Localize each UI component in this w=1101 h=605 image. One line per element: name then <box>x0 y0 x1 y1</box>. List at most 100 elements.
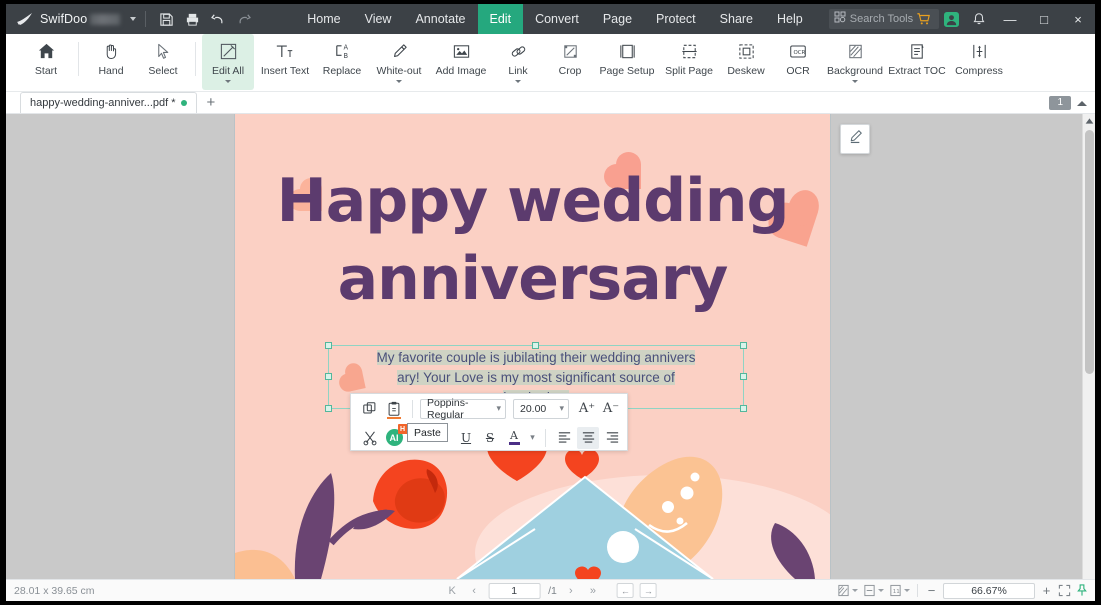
ribbon-button-replace[interactable]: AB Replace <box>316 34 368 90</box>
ribbon-button-split-page[interactable]: Split Page <box>658 34 720 90</box>
page-fit-mode-button[interactable] <box>837 584 858 597</box>
print-icon[interactable] <box>179 7 205 31</box>
ribbon-button-white-out[interactable]: White-out <box>368 34 430 90</box>
menu-item-convert[interactable]: Convert <box>523 4 591 34</box>
menu-item-view[interactable]: View <box>353 4 404 34</box>
zoom-level-input[interactable]: 66.67% <box>943 582 1035 599</box>
brand-dropdown-caret-icon[interactable] <box>130 17 137 21</box>
font-family-select[interactable]: Poppins-Regular ▾ <box>420 397 506 421</box>
cart-icon[interactable] <box>909 4 937 34</box>
ribbon-label-compress: Compress <box>955 65 1003 77</box>
maximize-button[interactable]: □ <box>1027 4 1061 34</box>
menu-item-page[interactable]: Page <box>591 4 644 34</box>
ribbon-button-hand[interactable]: Hand <box>85 34 137 90</box>
font-color-caret-icon[interactable]: ▾ <box>527 427 538 449</box>
collapse-ribbon-chevron-up-icon[interactable] <box>1077 100 1087 106</box>
menu-item-share[interactable]: Share <box>708 4 765 34</box>
previous-page-button[interactable]: ‹ <box>466 585 482 597</box>
document-tab-title: happy-wedding-anniver...pdf * <box>30 97 176 109</box>
first-page-button[interactable]: K <box>444 585 460 597</box>
continuous-page-mode-button[interactable]: 11 <box>889 584 910 597</box>
resize-handle-ne[interactable] <box>740 342 747 349</box>
ribbon-button-background[interactable]: Background <box>824 34 886 90</box>
close-button[interactable]: × <box>1061 4 1095 34</box>
next-page-button[interactable]: › <box>563 585 579 597</box>
decrease-font-size-button[interactable]: A⁻ <box>600 398 622 420</box>
page-fit-caret-icon[interactable] <box>852 589 858 592</box>
current-page-input[interactable]: 1 <box>488 582 541 599</box>
align-left-button[interactable] <box>553 427 575 449</box>
ribbon-button-page-setup[interactable]: Page Setup <box>596 34 658 90</box>
edit-panel-fab-button[interactable] <box>840 124 870 154</box>
ribbon-caret-background-icon[interactable] <box>852 80 858 83</box>
heading-line-1: Happy wedding <box>276 166 790 236</box>
single-page-caret-icon[interactable] <box>878 589 884 592</box>
ribbon-button-add-image[interactable]: Add Image <box>430 34 492 90</box>
titlebar-right-controls: — □ × <box>909 4 1095 34</box>
ribbon-button-crop[interactable]: Crop <box>544 34 596 90</box>
single-page-mode-button[interactable] <box>863 584 884 597</box>
undo-icon[interactable] <box>205 7 231 31</box>
ribbon-caret-edit-all-icon[interactable] <box>225 80 231 83</box>
ribbon-button-compress[interactable]: Compress <box>948 34 1010 90</box>
resize-handle-n[interactable] <box>532 342 539 349</box>
paste-tooltip: Paste <box>407 423 448 442</box>
document-tab[interactable]: happy-wedding-anniver...pdf * <box>20 92 197 113</box>
zoom-in-button[interactable]: + <box>1040 583 1053 598</box>
menu-item-edit[interactable]: Edit <box>477 4 524 34</box>
menu-item-protect[interactable]: Protect <box>644 4 708 34</box>
underline-button[interactable]: U <box>455 427 477 449</box>
account-avatar-icon[interactable] <box>937 4 965 34</box>
menu-item-help[interactable]: Help <box>765 4 815 34</box>
copy-button[interactable] <box>359 398 381 420</box>
continuous-page-caret-icon[interactable] <box>904 589 910 592</box>
pdf-page-container[interactable]: Happy wedding anniversary My favorite co… <box>234 114 831 579</box>
compress-icon <box>970 39 989 63</box>
save-icon[interactable] <box>153 7 179 31</box>
pdf-page[interactable]: Happy wedding anniversary My favorite co… <box>234 114 831 579</box>
strikethrough-button[interactable]: S <box>479 427 501 449</box>
increase-font-size-button[interactable]: A⁺ <box>576 398 598 420</box>
ribbon-button-insert-text[interactable]: Insert Text <box>254 34 316 90</box>
scrollbar-thumb[interactable] <box>1085 130 1094 374</box>
cursor-arrow-icon <box>154 39 173 63</box>
notification-bell-icon[interactable] <box>965 4 993 34</box>
ribbon-button-start[interactable]: Start <box>20 34 72 90</box>
ribbon-button-ocr[interactable]: OCR OCR <box>772 34 824 90</box>
ribbon-button-select[interactable]: Select <box>137 34 189 90</box>
last-page-button[interactable]: » <box>585 585 601 597</box>
ai-assistant-button[interactable]: AI H <box>383 424 408 449</box>
navigate-back-button[interactable]: ← <box>616 583 634 598</box>
pin-icon[interactable] <box>1076 584 1088 597</box>
cut-button[interactable] <box>359 427 381 449</box>
background-icon <box>846 39 865 63</box>
page-count-badge[interactable]: 1 <box>1049 96 1071 110</box>
minimize-button[interactable]: — <box>993 4 1027 34</box>
ribbon-button-deskew[interactable]: Deskew <box>720 34 772 90</box>
ribbon-caret-link-icon[interactable] <box>515 80 521 83</box>
ribbon-label-link: Link <box>508 65 528 77</box>
vertical-scrollbar[interactable] <box>1082 114 1095 579</box>
menu-item-annotate[interactable]: Annotate <box>403 4 477 34</box>
zoom-out-button[interactable]: − <box>925 583 938 598</box>
align-center-button[interactable] <box>577 426 599 449</box>
new-tab-button[interactable]: + <box>207 95 216 110</box>
ribbon-button-extract-toc[interactable]: Extract TOC <box>886 34 948 90</box>
menu-item-home[interactable]: Home <box>295 4 352 34</box>
resize-handle-e[interactable] <box>740 373 747 380</box>
paste-button[interactable] <box>383 398 405 420</box>
ribbon-button-edit-all[interactable]: Edit All <box>202 34 254 90</box>
font-size-select[interactable]: 20.00 ▾ <box>513 398 569 419</box>
align-right-button[interactable] <box>601 427 623 449</box>
navigate-forward-button[interactable]: → <box>639 583 657 598</box>
resize-handle-nw[interactable] <box>325 342 332 349</box>
scroll-up-button[interactable] <box>1083 114 1095 128</box>
resize-handle-w[interactable] <box>325 373 332 380</box>
ribbon-button-link[interactable]: Link <box>492 34 544 90</box>
font-color-button[interactable]: A <box>503 427 525 449</box>
swifdoo-application-window: SwifDoo Home View Annotate Edit Convert … <box>6 4 1095 601</box>
format-divider-2 <box>545 428 546 447</box>
fullscreen-icon[interactable] <box>1058 584 1071 597</box>
ribbon-caret-white-out-icon[interactable] <box>396 80 402 83</box>
redo-icon[interactable] <box>231 7 257 31</box>
